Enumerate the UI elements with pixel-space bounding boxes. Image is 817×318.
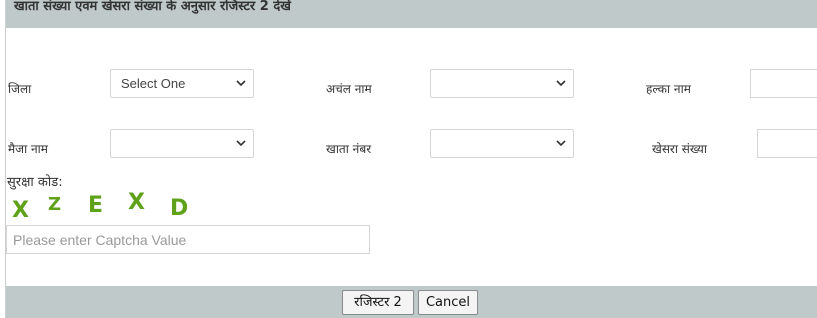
mauja-label: मैजा नाम [8,142,48,156]
chevron-down-icon [556,140,566,147]
left-border [5,0,6,318]
cancel-button[interactable]: Cancel [418,290,478,315]
captcha-input[interactable] [6,225,370,254]
captcha-char: Z [48,194,62,215]
halka-label: हल्का नाम [646,82,691,96]
khata-label: खाता नंबर [326,142,372,156]
district-select[interactable]: Select One [110,69,254,98]
chevron-down-icon [236,140,246,147]
captcha-char: D [170,196,189,221]
captcha-image: X Z E X D [10,190,200,223]
register2-button[interactable]: रजिस्टर 2 [342,290,414,315]
captcha-char: X [12,198,29,223]
captcha-char: X [128,190,145,215]
page-title: खाता संख्या एवम खेसरा संख्या के अनुसार र… [14,0,291,14]
captcha-char: E [88,193,104,218]
chevron-down-icon [556,80,566,87]
district-select-value: Select One [121,76,186,91]
circle-label: अचंल नाम [326,82,372,96]
chevron-down-icon [236,80,246,87]
khesra-input[interactable] [757,129,817,158]
halka-select[interactable] [750,69,817,98]
captcha-label: सुरक्षा कोड: [7,175,63,190]
register-2-search-page: खाता संख्या एवम खेसरा संख्या के अनुसार र… [0,0,817,318]
circle-select[interactable] [430,69,574,98]
header-bar: खाता संख्या एवम खेसरा संख्या के अनुसार र… [6,0,817,28]
khata-select[interactable] [430,129,574,158]
district-label: जिला [8,82,32,96]
mauja-select[interactable] [110,129,254,158]
khesra-label: खेसरा संख्या [652,142,707,156]
